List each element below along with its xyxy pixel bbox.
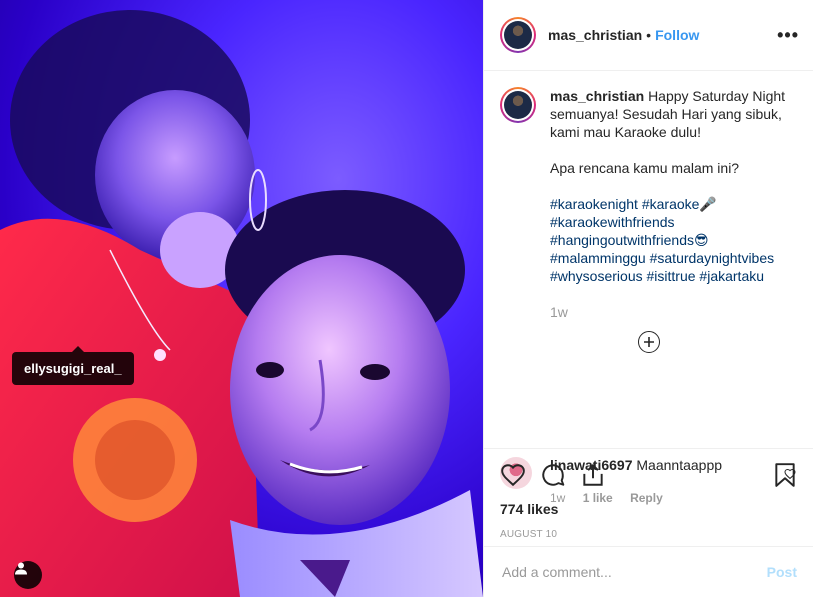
post-header: mas_christian • Follow ••• <box>484 0 813 71</box>
author-avatar[interactable] <box>500 17 536 53</box>
hashtag-link[interactable]: #hangingoutwithfriends😎 <box>550 232 709 248</box>
header-separator: • <box>646 27 652 43</box>
comment-input[interactable] <box>500 563 767 581</box>
share-icon[interactable] <box>580 462 606 488</box>
hashtag-list: #karaokenight #karaoke🎤 #karaokewithfrie… <box>550 195 788 285</box>
likes-count[interactable]: 774 likes <box>500 501 797 517</box>
hashtag-link[interactable]: #jakartaku <box>699 268 764 284</box>
post-photo[interactable]: ellysugigi_real_ <box>0 0 483 597</box>
comments-area: mas_christian Happy Saturday Night semua… <box>484 71 813 505</box>
user-icon <box>15 562 27 575</box>
author-username[interactable]: mas_christian <box>548 27 642 43</box>
hashtag-link[interactable]: #whysoserious <box>550 268 643 284</box>
post-details-panel: mas_christian • Follow ••• mas_christian… <box>483 0 813 597</box>
hashtag-link[interactable]: #karaokewithfriends <box>550 214 675 230</box>
hashtag-link[interactable]: #saturdaynightvibes <box>650 250 775 266</box>
bookmark-icon[interactable] <box>773 462 797 488</box>
hashtag-link[interactable]: #isittrue <box>647 268 696 284</box>
add-comment-bar: Post <box>484 546 813 597</box>
hashtag-link[interactable]: #malamminggu <box>550 250 646 266</box>
like-heart-icon[interactable] <box>500 462 526 488</box>
hashtag-link[interactable]: #karaoke🎤 <box>642 196 717 212</box>
caption-username[interactable]: mas_christian <box>550 88 644 104</box>
caption-line-2: Apa rencana kamu malam ini? <box>550 160 740 176</box>
caption: mas_christian Happy Saturday Night semua… <box>500 87 797 321</box>
tagged-users-button[interactable] <box>14 561 42 589</box>
caption-timestamp: 1w <box>550 304 568 320</box>
follow-button[interactable]: Follow <box>655 27 699 43</box>
post-comment-button[interactable]: Post <box>767 564 797 580</box>
user-tag-label[interactable]: ellysugigi_real_ <box>12 346 134 385</box>
more-options-icon[interactable]: ••• <box>777 25 799 46</box>
hashtag-link[interactable]: #karaokenight <box>550 196 638 212</box>
post-date: AUGUST 10 <box>500 529 558 540</box>
plus-icon <box>643 337 654 347</box>
caption-text: mas_christian Happy Saturday Night semua… <box>550 87 788 321</box>
photo-illustration <box>0 10 483 597</box>
caption-author-avatar[interactable] <box>500 87 536 123</box>
post-actions: 774 likes AUGUST 10 <box>484 448 813 540</box>
comment-bubble-icon[interactable] <box>540 462 566 488</box>
load-more-comments-icon[interactable] <box>637 331 660 353</box>
